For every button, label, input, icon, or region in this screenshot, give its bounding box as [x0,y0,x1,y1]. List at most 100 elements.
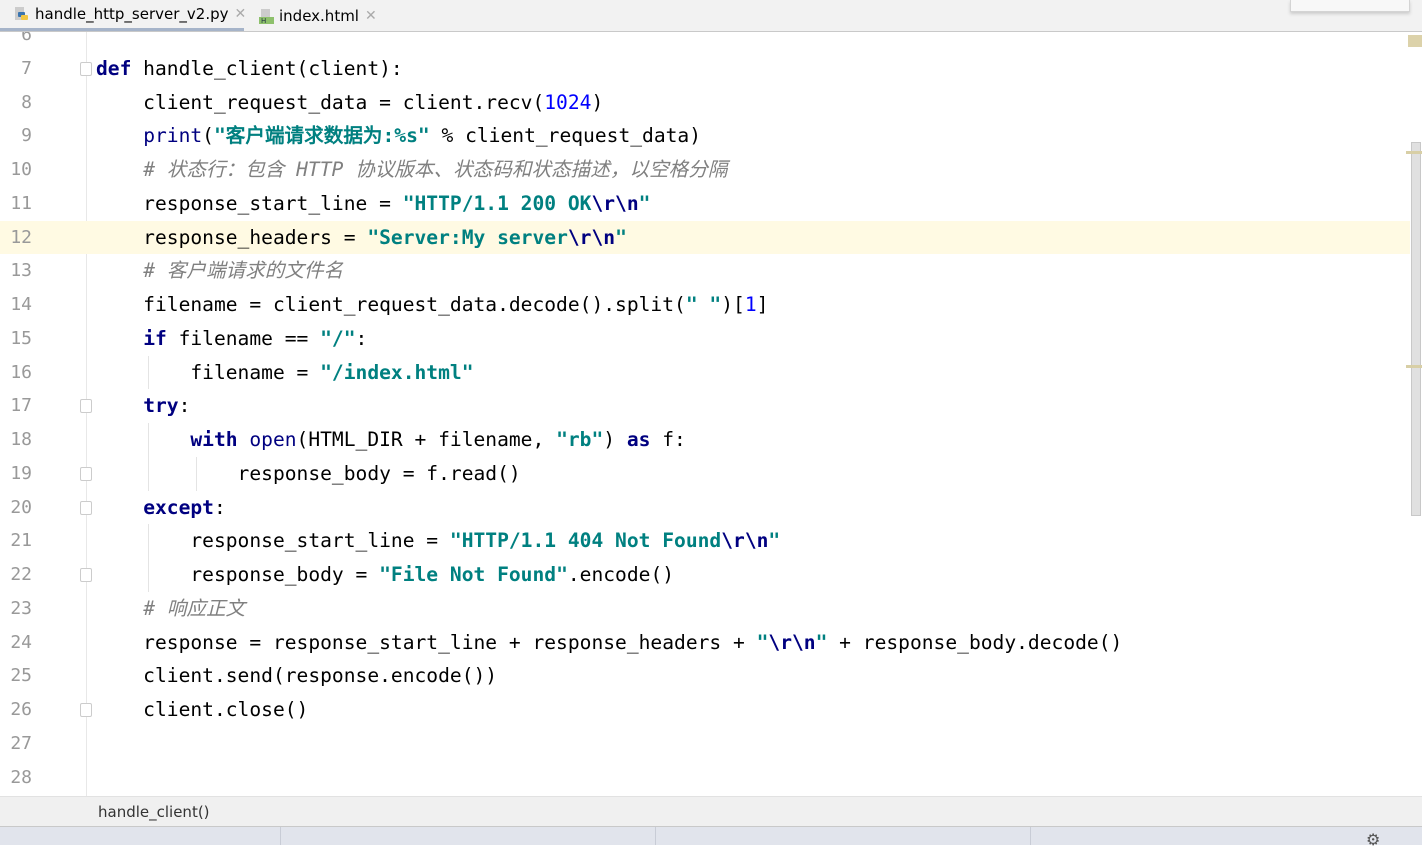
token-plain: : [355,326,368,350]
code-line[interactable]: 7 def handle_client(client): [0,52,1410,86]
token-plain: ) [591,90,604,114]
code-line[interactable]: 14 filename = client_request_data.decode… [0,288,1410,322]
token-esc: \r\n [567,225,616,249]
code-text: response_start_line = "HTTP/1.1 404 Not … [96,524,780,558]
token-esc: \r\n [721,529,769,553]
close-icon[interactable]: ✕ [365,8,377,24]
line-number: 14 [10,294,32,315]
token-plain: filename == [166,326,321,350]
code-text: filename = client_request_data.decode().… [96,288,768,322]
code-editor[interactable]: 6 7 def handle_client(client): 8 client_req… [0,32,1422,796]
line-number: 8 [21,91,32,113]
token-str: " " [685,293,722,316]
code-line[interactable]: 19 response_body = f.read() [0,456,1410,491]
code-text: # 客户端请求的文件名 [96,254,343,288]
line-number: 12 [10,226,32,248]
line-number: 6 [21,32,32,45]
breadcrumb-item[interactable]: handle_client() [98,803,210,821]
line-number: 17 [10,395,32,417]
tab-label: index.html [279,6,359,25]
code-text: client.send(response.encode()) [96,659,497,693]
token-str: "HTTP/1.1 200 OK [402,191,592,215]
line-number: 22 [10,564,32,585]
fold-marker-icon[interactable] [80,568,92,582]
line-number: 23 [10,597,32,619]
token-str: " [615,225,627,249]
token-plain: filename = [96,360,321,384]
code-text: response_body = "File Not Found".encode(… [96,558,674,592]
code-line[interactable]: 24 response = response_start_line + resp… [0,626,1410,660]
line-number: 16 [10,361,32,383]
code-line[interactable]: 9 print("客户端请求数据为:%s" % client_request_d… [0,119,1410,153]
token-plain: client_request_data = client.recv( [96,90,545,114]
token-plain: .encode() [567,563,675,586]
token-kw: if [143,326,167,350]
token-kw: with [190,428,238,451]
fold-marker-icon[interactable] [80,61,92,76]
fold-marker-icon[interactable] [80,703,92,717]
code-line[interactable]: 6 [0,32,1410,52]
html-file-icon: H [258,8,274,25]
token-cm: # 响应正文 [143,596,246,620]
code-line[interactable]: 18 with open(HTML_DIR + filename, "rb") … [0,423,1410,457]
code-text: client.close() [96,693,308,727]
token-bi: print [143,124,203,148]
code-line[interactable]: 25 client.send(response.encode()) [0,659,1410,693]
line-number: 11 [10,192,32,214]
gear-icon[interactable]: ⚙ [1366,830,1380,849]
status-bar [0,827,1422,845]
line-number: 27 [10,732,32,754]
code-line[interactable]: 15 if filename == "/": [0,322,1410,356]
fold-marker-icon[interactable] [80,500,92,515]
token-kw: def [96,56,132,80]
tab-index-html[interactable]: H index.html ✕ [244,0,384,31]
line-number: 20 [10,496,32,518]
svg-text:H: H [261,17,266,24]
line-number: 9 [21,125,32,147]
scrollbar-marker [1406,365,1422,368]
token-str: "/index.html" [320,360,474,384]
code-line[interactable]: 22 response_body = "File Not Found".enco… [0,558,1410,592]
token-str: "Server:My server [367,225,568,249]
token-kw: as [626,428,651,451]
code-text: except: [96,491,226,525]
code-line[interactable]: 13 # 客户端请求的文件名 [0,254,1410,288]
token-plain: )[ [721,293,745,316]
fold-marker-icon[interactable] [80,399,92,414]
code-line[interactable]: 11 response_start_line = "HTTP/1.1 200 O… [0,187,1410,221]
tab-handle-http-server-v2[interactable]: handle_http_server_v2.py ✕ [0,0,246,31]
editor-tab-bar: handle_http_server_v2.py ✕ H index.html … [0,0,1422,32]
code-line[interactable]: 16 filename = "/index.html" [0,355,1410,390]
token-plain: ) [603,428,627,451]
code-line[interactable]: 21 response_start_line = "HTTP/1.1 404 N… [0,524,1410,558]
code-line[interactable]: 10 # 状态行：包含 HTTP 协议版本、状态码和状态描述，以空格分隔 [0,153,1410,187]
token-str: " [638,191,651,215]
line-number: 26 [10,699,32,720]
token-plain: client.close() [96,698,309,721]
code-line[interactable]: 28 [0,761,1410,795]
code-text: print("客户端请求数据为:%s" % client_request_dat… [96,119,701,153]
code-text: response_body = f.read() [96,457,521,491]
token-str: " [815,630,828,654]
code-line[interactable]: 17 try: [0,389,1410,423]
code-line[interactable]: 20 except: [0,491,1410,525]
scrollbar-marker [1406,151,1422,154]
code-line[interactable]: 12 response_headers = "Server:My server\… [0,220,1410,255]
token-plain: ] [756,293,769,316]
line-number: 7 [21,57,32,79]
token-plain: response_start_line = [96,529,450,553]
token-plain: + response_body.decode() [827,630,1123,654]
code-line[interactable]: 27 [0,727,1410,761]
code-line[interactable]: 26 client.close() [0,693,1410,727]
fold-marker-icon[interactable] [80,466,92,481]
breadcrumb: handle_client() [0,796,1422,827]
line-number: 15 [10,327,32,349]
vertical-scrollbar[interactable] [1411,142,1421,516]
code-line[interactable]: 8 client_request_data = client.recv(1024… [0,86,1410,120]
code-line[interactable]: 23 # 响应正文 [0,592,1410,626]
